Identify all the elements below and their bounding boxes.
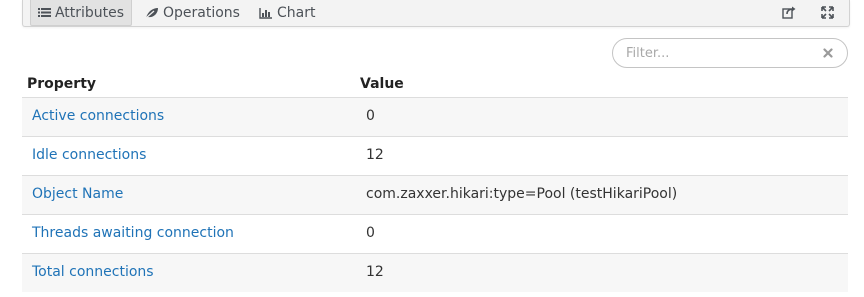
tab-attributes-label: Attributes (54, 4, 125, 21)
attributes-table: Property Value Active connections 0 Idle… (22, 71, 848, 292)
property-link[interactable]: Idle connections (32, 147, 146, 163)
clear-filter-icon[interactable] (822, 47, 834, 59)
table-row[interactable]: Threads awaiting connection 0 (22, 215, 848, 254)
tab-operations[interactable]: Operations (145, 0, 240, 26)
tab-chart[interactable]: Chart (259, 0, 315, 26)
property-value: 0 (366, 225, 375, 241)
tab-attributes[interactable]: Attributes (30, 0, 132, 26)
column-header-value[interactable]: Value (360, 76, 404, 92)
tab-chart-label: Chart (277, 5, 316, 21)
column-header-property[interactable]: Property (27, 76, 96, 92)
table-row[interactable]: Object Name com.zaxxer.hikari:type=Pool … (22, 176, 848, 215)
table-header: Property Value (22, 71, 848, 98)
expand-button[interactable] (819, 5, 835, 21)
table-row[interactable]: Active connections 0 (22, 98, 848, 137)
property-link[interactable]: Active connections (32, 108, 164, 124)
property-link[interactable]: Threads awaiting connection (32, 225, 234, 241)
table-row[interactable]: Total connections 12 (22, 254, 848, 292)
property-value: 0 (366, 108, 375, 124)
filter-box (612, 38, 848, 68)
list-icon (37, 7, 51, 18)
property-value: 12 (366, 147, 384, 163)
leaf-icon (145, 7, 159, 19)
expand-icon (820, 4, 834, 23)
share-button[interactable] (781, 5, 797, 21)
property-link[interactable]: Object Name (32, 186, 123, 202)
share-icon (782, 4, 796, 23)
tab-operations-label: Operations (163, 5, 240, 21)
bar-chart-icon (259, 7, 273, 19)
property-link[interactable]: Total connections (32, 264, 154, 280)
property-value: 12 (366, 264, 384, 280)
tab-bar: Attributes Operations Chart (22, 0, 850, 27)
filter-input[interactable] (626, 44, 816, 62)
table-row[interactable]: Idle connections 12 (22, 137, 848, 176)
property-value: com.zaxxer.hikari:type=Pool (testHikariP… (366, 186, 678, 202)
